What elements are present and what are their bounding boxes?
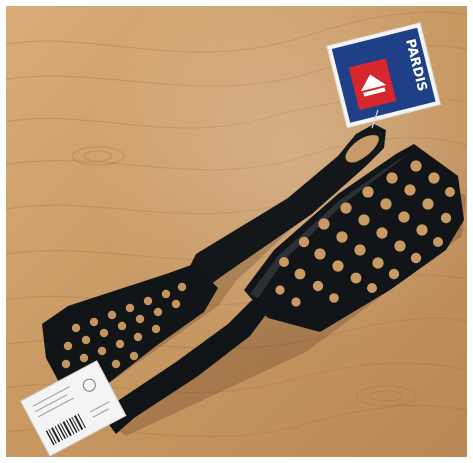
photo-frame: PARDIS: [0, 0, 473, 463]
photo-scene: PARDIS: [6, 6, 467, 457]
spatula-photo: PARDIS: [6, 6, 467, 457]
